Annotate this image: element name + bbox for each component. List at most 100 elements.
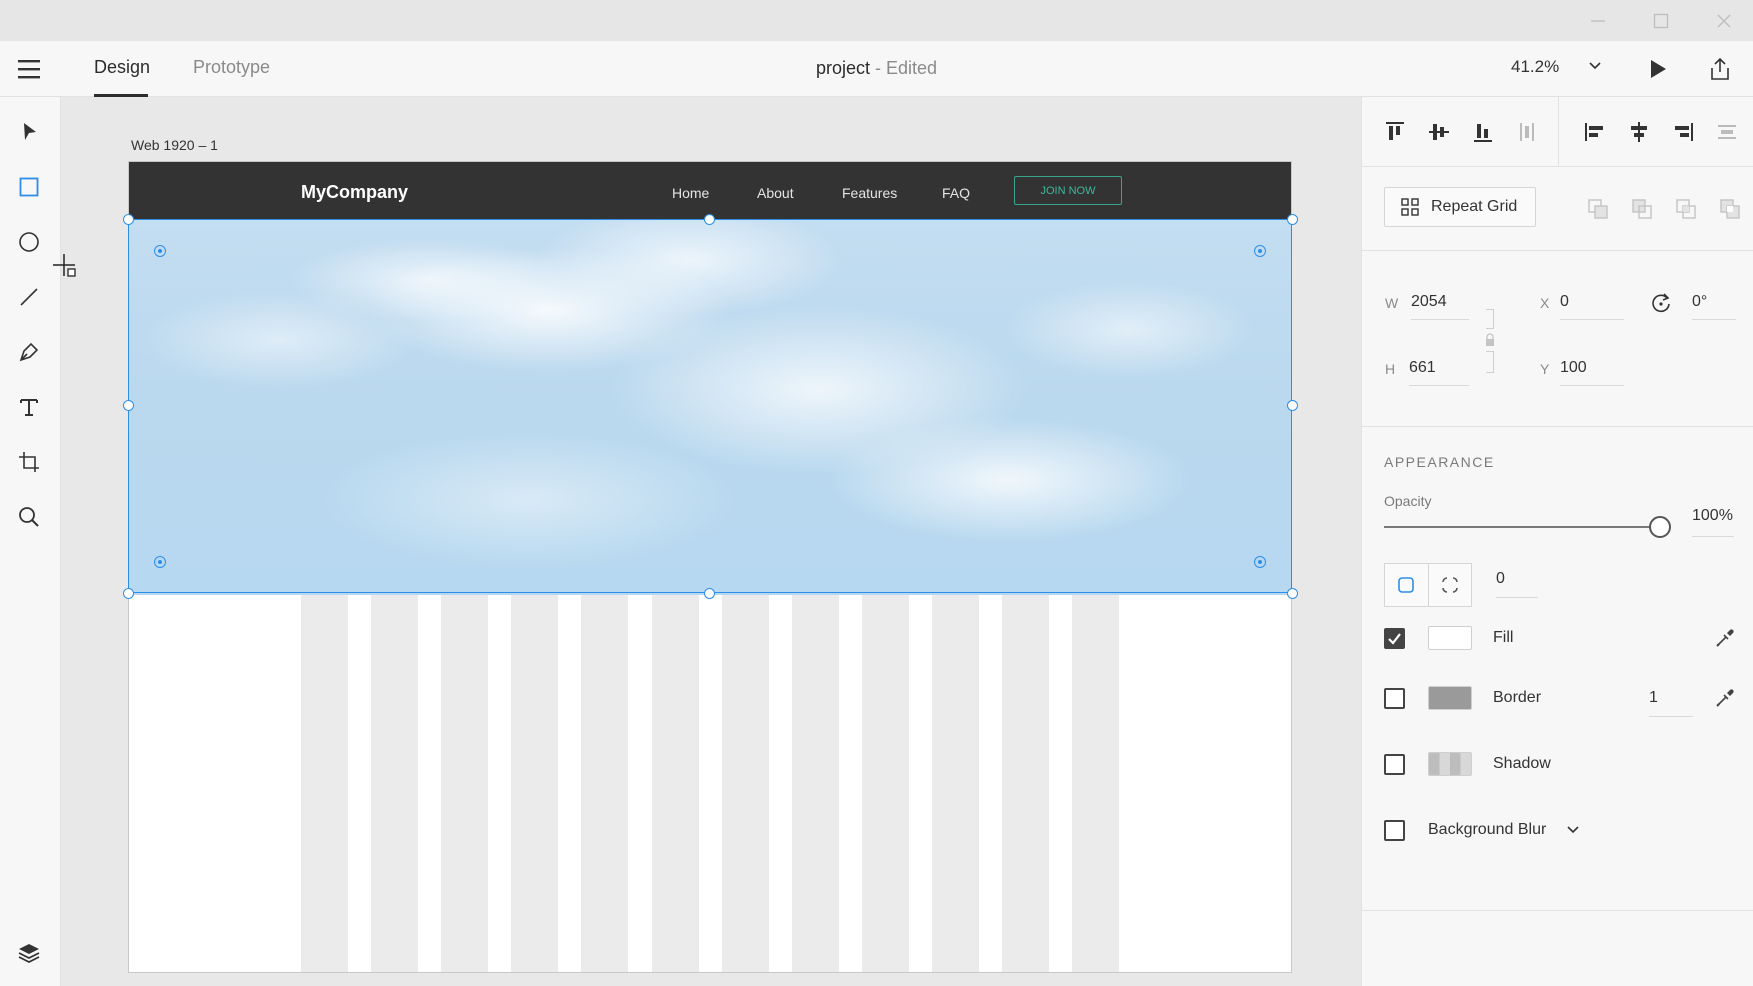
border-width-input[interactable]: 1	[1649, 689, 1658, 707]
resize-handle-top-right[interactable]	[1287, 214, 1298, 225]
pen-tool[interactable]	[16, 339, 42, 365]
pen-icon	[19, 342, 39, 362]
resize-handle-top-left[interactable]	[123, 214, 134, 225]
resize-handle-bottom-right[interactable]	[1287, 588, 1298, 599]
artboard-tool[interactable]	[16, 449, 42, 475]
grid-column	[722, 595, 769, 972]
checkmark-icon	[1388, 633, 1401, 645]
select-tool[interactable]	[16, 119, 42, 145]
corner-radius-handle[interactable]	[1254, 556, 1266, 568]
rectangle-tool[interactable]	[16, 174, 42, 200]
border-checkbox[interactable]	[1384, 688, 1405, 709]
height-label: H	[1385, 361, 1396, 377]
add-shape-icon[interactable]	[1587, 198, 1609, 220]
fill-checkbox[interactable]	[1384, 628, 1405, 649]
crosshair-cursor-icon	[53, 254, 76, 277]
chevron-down-icon[interactable]	[1588, 61, 1602, 71]
background-blur-checkbox[interactable]	[1384, 820, 1405, 841]
chevron-down-icon[interactable]	[1566, 825, 1580, 835]
corner-radius-handle[interactable]	[154, 556, 166, 568]
distribute-horizontal-icon[interactable]	[1716, 121, 1738, 143]
resize-handle-left[interactable]	[123, 400, 134, 411]
zoom-tool[interactable]	[16, 504, 42, 530]
align-right-icon[interactable]	[1672, 121, 1694, 143]
intersect-shape-icon[interactable]	[1675, 198, 1697, 220]
line-icon	[20, 288, 38, 306]
corner-radius-handle[interactable]	[154, 245, 166, 257]
subtract-shape-icon[interactable]	[1631, 198, 1653, 220]
app-bar: Design Prototype project - Edited 41.2%	[0, 41, 1753, 97]
maximize-button[interactable]	[1633, 4, 1689, 38]
distribute-vertical-icon[interactable]	[1516, 121, 1538, 143]
per-corner-button[interactable]	[1427, 564, 1471, 606]
artboard[interactable]: MyCompany Home About Features FAQ JOIN N…	[128, 161, 1292, 973]
document-name: project	[815, 58, 870, 78]
hero-image[interactable]	[129, 220, 1291, 595]
site-navbar[interactable]: MyCompany Home About Features FAQ JOIN N…	[129, 162, 1291, 220]
close-button[interactable]	[1696, 4, 1752, 38]
property-inspector: Repeat Grid W 2054 H 661 X 0 Y 100 0° AP…	[1361, 97, 1753, 986]
x-input[interactable]: 0	[1560, 293, 1569, 311]
repeat-grid-label: Repeat Grid	[1431, 198, 1518, 215]
play-icon[interactable]	[1648, 59, 1668, 79]
text-tool[interactable]	[16, 394, 42, 420]
opacity-slider-thumb[interactable]	[1649, 516, 1671, 538]
rounded-square-icon	[1398, 577, 1415, 593]
text-icon	[20, 399, 38, 416]
grid-column	[301, 595, 348, 972]
aspect-lock-icon[interactable]	[1484, 333, 1496, 347]
opacity-slider-track[interactable]	[1384, 526, 1654, 528]
align-top-icon[interactable]	[1384, 121, 1406, 143]
select-icon	[24, 123, 36, 140]
grid-column	[581, 595, 628, 972]
border-width-underline	[1649, 716, 1693, 717]
share-icon[interactable]	[1709, 57, 1731, 81]
border-color-swatch[interactable]	[1428, 686, 1472, 710]
y-underline	[1560, 385, 1624, 386]
shadow-checkbox[interactable]	[1384, 754, 1405, 775]
minimize-button[interactable]	[1570, 4, 1626, 38]
align-left-icon[interactable]	[1584, 121, 1606, 143]
rectangle-icon	[19, 177, 39, 197]
line-tool[interactable]	[16, 284, 42, 310]
join-now-button[interactable]: JOIN NOW	[1014, 176, 1122, 205]
resize-handle-bottom-left[interactable]	[123, 588, 134, 599]
x-label: X	[1540, 295, 1550, 311]
opacity-input[interactable]: 100%	[1692, 507, 1733, 525]
ellipse-tool[interactable]	[16, 229, 42, 255]
width-label: W	[1385, 295, 1399, 311]
site-link-about[interactable]: About	[757, 185, 794, 201]
resize-handle-right[interactable]	[1287, 400, 1298, 411]
align-bottom-icon[interactable]	[1472, 121, 1494, 143]
corner-radius-input[interactable]: 0	[1496, 570, 1505, 588]
height-input[interactable]: 661	[1409, 359, 1436, 377]
align-middle-icon[interactable]	[1428, 121, 1450, 143]
rotation-input[interactable]: 0°	[1692, 293, 1707, 311]
fill-color-swatch[interactable]	[1428, 626, 1472, 650]
eyedropper-icon[interactable]	[1714, 687, 1736, 709]
eyedropper-icon[interactable]	[1714, 627, 1736, 649]
corner-radius-underline	[1496, 597, 1538, 598]
align-center-icon[interactable]	[1628, 121, 1650, 143]
site-logo: MyCompany	[301, 182, 409, 202]
site-link-home[interactable]: Home	[672, 185, 709, 201]
exclude-shape-icon[interactable]	[1719, 198, 1741, 220]
uniform-corner-button[interactable]	[1385, 564, 1428, 606]
resize-handle-bottom[interactable]	[704, 588, 715, 599]
resize-handle-top[interactable]	[704, 214, 715, 225]
artboard-label[interactable]: Web 1920 – 1	[131, 137, 218, 153]
shadow-label: Shadow	[1493, 755, 1551, 772]
document-status: - Edited	[875, 58, 938, 78]
width-input[interactable]: 2054	[1411, 293, 1447, 311]
site-link-faq[interactable]: FAQ	[942, 185, 970, 201]
site-link-features[interactable]: Features	[842, 185, 897, 201]
shadow-swatch[interactable]	[1428, 752, 1472, 776]
layers-tool[interactable]	[16, 940, 42, 966]
alignment-toolbar	[1362, 97, 1753, 167]
corners-icon	[1442, 577, 1458, 593]
y-input[interactable]: 100	[1560, 359, 1587, 377]
grid-column	[792, 595, 839, 972]
repeat-grid-button[interactable]: Repeat Grid	[1384, 187, 1536, 227]
corner-radius-handle[interactable]	[1254, 245, 1266, 257]
zoom-level[interactable]: 41.2%	[1511, 57, 1559, 77]
